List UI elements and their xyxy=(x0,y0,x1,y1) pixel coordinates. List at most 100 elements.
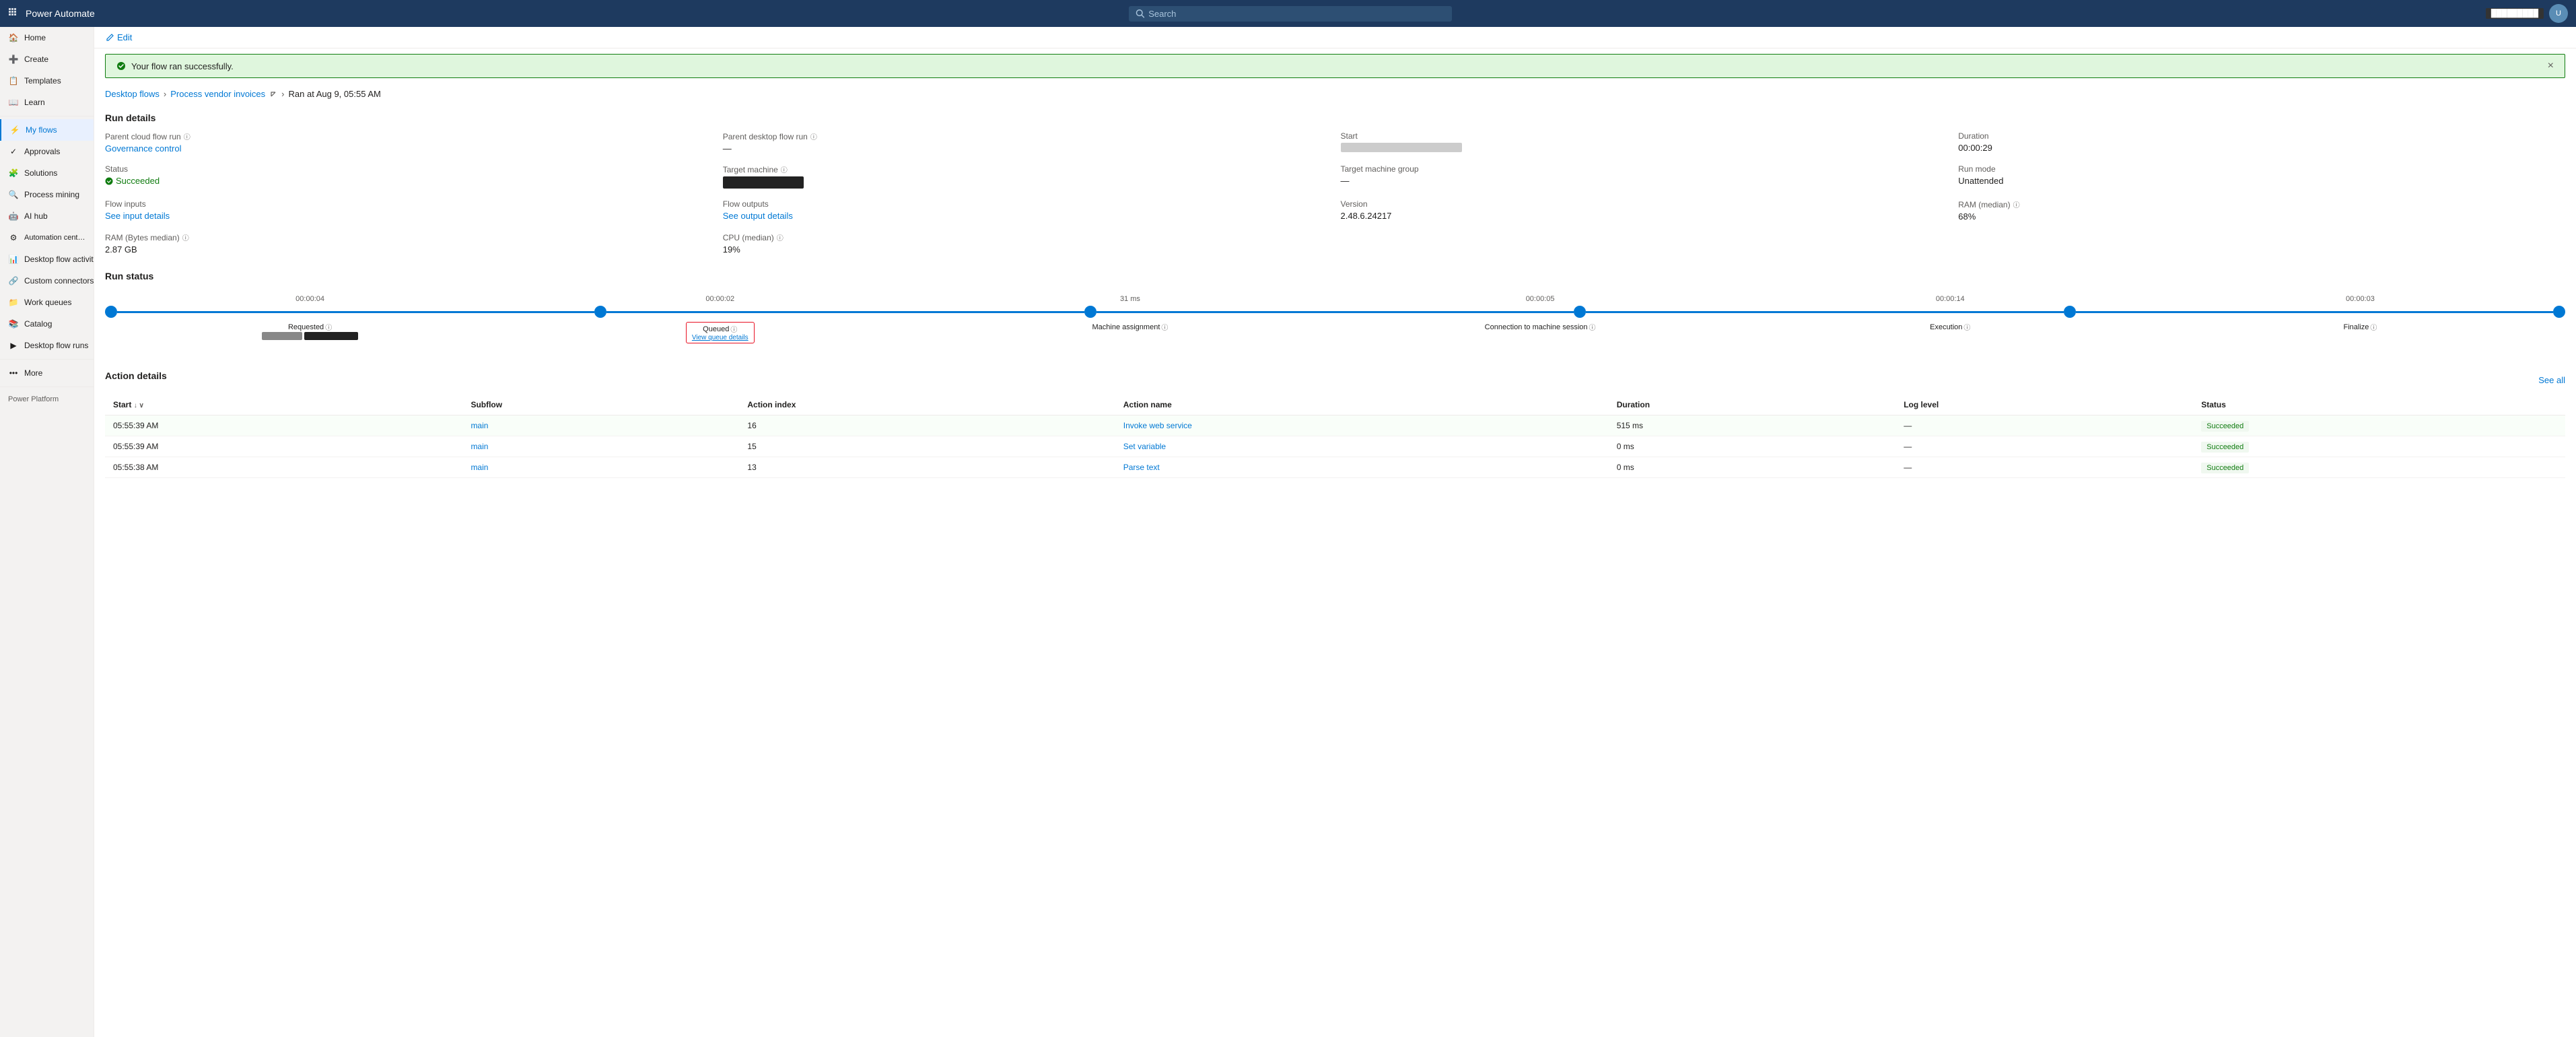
col-log-level: Log level xyxy=(1895,395,2193,415)
info-queued[interactable]: ⓘ xyxy=(730,324,737,334)
edit-label: Edit xyxy=(117,32,132,42)
action-details-header: Action details See all xyxy=(105,370,2565,389)
field-parent-cloud-flow-run: Parent cloud flow run ⓘ Governance contr… xyxy=(105,131,712,154)
close-icon: × xyxy=(2548,60,2554,71)
book-icon: 📖 xyxy=(8,97,19,108)
subflow-link[interactable]: main xyxy=(471,421,488,430)
field-ram-median: RAM (median) ⓘ 68% xyxy=(1958,199,2565,222)
subflow-link[interactable]: main xyxy=(471,442,488,451)
sidebar-item-more[interactable]: ••• More xyxy=(0,362,94,384)
label-duration: Duration xyxy=(1958,131,2565,141)
node-queued xyxy=(594,306,606,318)
breadcrumb-desktop-flows[interactable]: Desktop flows xyxy=(105,89,160,99)
sidebar-item-work-queues[interactable]: 📁 Work queues xyxy=(0,292,94,313)
topbar-badge: █████████ xyxy=(2486,8,2544,19)
info-icon-target-machine[interactable]: ⓘ xyxy=(781,164,788,174)
value-cpu-median: 19% xyxy=(723,244,1330,255)
see-output-details-link[interactable]: See output details xyxy=(723,211,793,221)
sidebar-item-learn[interactable]: 📖 Learn xyxy=(0,92,94,113)
governance-control-link[interactable]: Governance control xyxy=(105,143,181,154)
info-requested[interactable]: ⓘ xyxy=(325,322,332,332)
sidebar-item-catalog[interactable]: 📚 Catalog xyxy=(0,313,94,335)
label-ram-median: RAM (median) ⓘ xyxy=(1958,199,2565,209)
info-icon-ram-median[interactable]: ⓘ xyxy=(2013,199,2020,209)
info-connection[interactable]: ⓘ xyxy=(1589,322,1596,332)
action-name-link[interactable]: Set variable xyxy=(1123,442,1166,451)
action-name-link[interactable]: Parse text xyxy=(1123,463,1160,472)
cell-log-level: — xyxy=(1895,436,2193,457)
sort-icon[interactable]: ↓ ∨ xyxy=(134,402,144,409)
info-execution[interactable]: ⓘ xyxy=(1963,322,1970,332)
sidebar-item-custom-connectors[interactable]: 🔗 Custom connectors xyxy=(0,270,94,292)
cell-start: 05:55:39 AM xyxy=(105,415,462,436)
sidebar-item-my-flows[interactable]: ⚡ My flows xyxy=(0,119,94,141)
sidebar-item-ai-hub[interactable]: 🤖 AI hub xyxy=(0,205,94,227)
step-label-queued: Queued ⓘ View queue details xyxy=(515,322,925,343)
sidebar-item-desktop-flow-activity[interactable]: 📊 Desktop flow activity xyxy=(0,248,94,270)
info-icon-parent-cloud[interactable]: ⓘ xyxy=(184,131,190,141)
sidebar-footer[interactable]: Power Platform xyxy=(0,390,94,409)
template-icon: 📋 xyxy=(8,75,19,86)
field-start: Start xyxy=(1341,131,1948,154)
waffle-icon[interactable] xyxy=(8,7,20,20)
app-logo: Power Automate xyxy=(8,7,95,20)
see-input-details-link[interactable]: See input details xyxy=(105,211,170,221)
sidebar-item-desktop-flow-runs[interactable]: ▶ Desktop flow runs xyxy=(0,335,94,356)
node-execution xyxy=(2064,306,2076,318)
info-finalize[interactable]: ⓘ xyxy=(2370,322,2377,332)
duration-machine-assignment: 31 ms xyxy=(925,295,1335,303)
node-requested xyxy=(105,306,117,318)
label-start: Start xyxy=(1341,131,1948,141)
avatar[interactable]: U xyxy=(2549,4,2568,23)
search-icon xyxy=(1136,9,1144,18)
cell-duration: 0 ms xyxy=(1609,457,1896,478)
sidebar-item-process-mining[interactable]: 🔍 Process mining xyxy=(0,184,94,205)
field-version: Version 2.48.6.24217 xyxy=(1341,199,1948,222)
action-name-link[interactable]: Invoke web service xyxy=(1123,421,1192,430)
sidebar-item-create[interactable]: ➕ Create xyxy=(0,48,94,70)
toolbar: Edit xyxy=(94,27,2576,48)
info-icon-ram-bytes[interactable]: ⓘ xyxy=(182,232,189,242)
info-machine-assignment[interactable]: ⓘ xyxy=(1161,322,1168,332)
duration-execution: 00:00:14 xyxy=(1745,295,2155,303)
edit-button[interactable]: Edit xyxy=(105,32,132,42)
plus-icon: ➕ xyxy=(8,54,19,65)
sidebar-label-approvals: Approvals xyxy=(24,147,60,156)
info-icon-parent-desktop[interactable]: ⓘ xyxy=(810,131,817,141)
sidebar-item-templates[interactable]: 📋 Templates xyxy=(0,70,94,92)
sidebar-label-learn: Learn xyxy=(24,98,45,107)
sidebar-item-solutions[interactable]: 🧩 Solutions xyxy=(0,162,94,184)
status-badge: Succeeded xyxy=(2201,421,2249,432)
requested-avatar xyxy=(262,332,302,340)
app-name: Power Automate xyxy=(26,8,95,19)
sidebar-item-home[interactable]: 🏠 Home xyxy=(0,27,94,48)
value-ram-median: 68% xyxy=(1958,211,2565,222)
view-queue-details-link[interactable]: View queue details xyxy=(692,334,749,341)
close-banner-button[interactable]: × xyxy=(2548,60,2554,72)
breadcrumb-process-vendor-invoices[interactable]: Process vendor invoices xyxy=(170,89,265,99)
info-icon-cpu-median[interactable]: ⓘ xyxy=(777,232,784,242)
sidebar-item-approvals[interactable]: ✓ Approvals xyxy=(0,141,94,162)
topbar-right: █████████ U xyxy=(2486,4,2568,23)
table-header: Start ↓ ∨ Subflow Action index Action na… xyxy=(105,395,2565,415)
cell-start: 05:55:38 AM xyxy=(105,457,462,478)
field-flow-outputs: Flow outputs See output details xyxy=(723,199,1330,222)
see-all-link[interactable]: See all xyxy=(2538,375,2565,385)
sidebar-label-automation-center: Automation center (previe... xyxy=(24,234,85,242)
cell-action-name: Parse text xyxy=(1115,457,1609,478)
subflow-link[interactable]: main xyxy=(471,463,488,472)
sidebar-item-automation-center[interactable]: ⚙ Automation center (previe... xyxy=(0,227,94,248)
action-details-section: Action details See all Start ↓ ∨ Subflow… xyxy=(94,362,2576,486)
duration-connection: 00:00:05 xyxy=(1335,295,1745,303)
value-parent-cloud-flow-run: Governance control xyxy=(105,143,712,154)
sidebar: 🏠 Home ➕ Create 📋 Templates 📖 Learn ⚡ My… xyxy=(0,27,94,1037)
search-box[interactable] xyxy=(1129,6,1452,22)
sidebar-label-desktop-flow-activity: Desktop flow activity xyxy=(24,255,94,264)
col-duration: Duration xyxy=(1609,395,1896,415)
search-input[interactable] xyxy=(1148,9,1445,19)
field-cpu-median: CPU (median) ⓘ 19% xyxy=(723,232,1330,255)
status-badge: Succeeded xyxy=(2201,463,2249,473)
col-action-index: Action index xyxy=(739,395,1115,415)
step-label-machine-assignment: Machine assignment ⓘ xyxy=(925,322,1335,343)
run-details-grid: Parent cloud flow run ⓘ Governance contr… xyxy=(105,131,2565,255)
